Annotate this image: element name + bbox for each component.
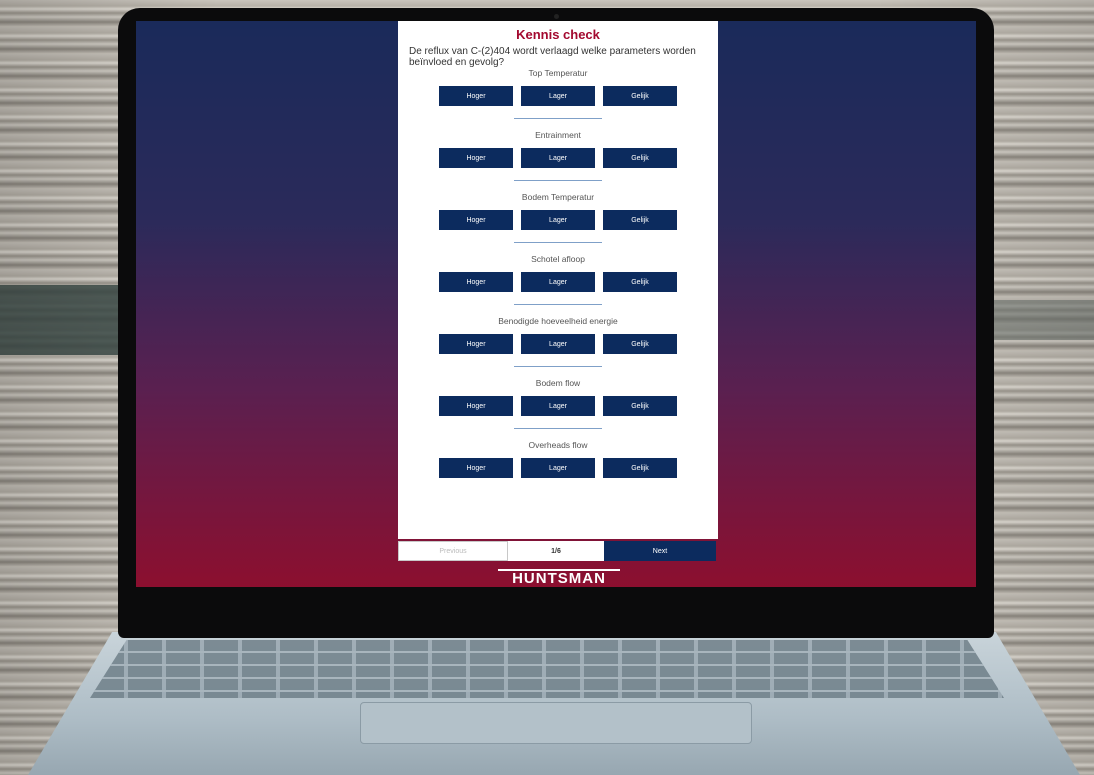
answer-lager-button[interactable]: Lager	[521, 210, 595, 230]
previous-button[interactable]: Previous	[398, 541, 508, 561]
answer-gelijk-button[interactable]: Gelijk	[603, 334, 677, 354]
parameter-block: Bodem Temperatur Hoger Lager Gelijk	[398, 192, 718, 254]
answer-gelijk-button[interactable]: Gelijk	[603, 210, 677, 230]
parameter-block: Top Temperatur Hoger Lager Gelijk	[398, 68, 718, 130]
answer-gelijk-button[interactable]: Gelijk	[603, 272, 677, 292]
parameter-label: Top Temperatur	[528, 68, 588, 78]
answer-button-row: Hoger Lager Gelijk	[398, 210, 718, 230]
divider	[514, 428, 602, 429]
answer-lager-button[interactable]: Lager	[521, 458, 595, 478]
answer-hoger-button[interactable]: Hoger	[439, 86, 513, 106]
divider	[514, 304, 602, 305]
parameter-label: Entrainment	[535, 130, 581, 140]
quiz-title: Kennis check	[516, 27, 600, 42]
answer-button-row: Hoger Lager Gelijk	[398, 396, 718, 416]
quiz-question: De reflux van C-(2)404 wordt verlaagd we…	[409, 46, 696, 68]
divider	[514, 180, 602, 181]
answer-button-row: Hoger Lager Gelijk	[398, 86, 718, 106]
next-button[interactable]: Next	[604, 541, 716, 561]
answer-hoger-button[interactable]: Hoger	[439, 396, 513, 416]
answer-gelijk-button[interactable]: Gelijk	[603, 86, 677, 106]
parameter-label: Bodem Temperatur	[521, 192, 595, 202]
parameter-block: Entrainment Hoger Lager Gelijk	[398, 130, 718, 192]
answer-button-row: Hoger Lager Gelijk	[398, 334, 718, 354]
huntsman-logo: HUNTSMAN	[498, 569, 620, 587]
divider	[514, 118, 602, 119]
answer-hoger-button[interactable]: Hoger	[439, 210, 513, 230]
answer-gelijk-button[interactable]: Gelijk	[603, 148, 677, 168]
laptop-screen: Kennis check De reflux van C-(2)404 word…	[136, 21, 976, 587]
parameter-label: Schotel afloop	[531, 254, 585, 264]
answer-hoger-button[interactable]: Hoger	[439, 272, 513, 292]
page-indicator: 1/6	[508, 541, 604, 561]
parameter-block: Overheads flow Hoger Lager Gelijk	[398, 440, 718, 502]
parameter-label: Overheads flow	[528, 440, 588, 450]
answer-lager-button[interactable]: Lager	[521, 86, 595, 106]
answer-lager-button[interactable]: Lager	[521, 334, 595, 354]
answer-button-row: Hoger Lager Gelijk	[398, 272, 718, 292]
answer-hoger-button[interactable]: Hoger	[439, 148, 513, 168]
divider	[514, 242, 602, 243]
parameter-label: Benodigde hoeveelheid energie	[498, 316, 618, 326]
answer-lager-button[interactable]: Lager	[521, 148, 595, 168]
quiz-navigation: Previous 1/6 Next	[398, 541, 718, 561]
answer-gelijk-button[interactable]: Gelijk	[603, 458, 677, 478]
answer-lager-button[interactable]: Lager	[521, 272, 595, 292]
answer-button-row: Hoger Lager Gelijk	[398, 458, 718, 478]
parameter-block: Schotel afloop Hoger Lager Gelijk	[398, 254, 718, 316]
laptop-trackpad	[360, 702, 752, 744]
divider	[514, 366, 602, 367]
parameter-label: Bodem flow	[535, 378, 581, 388]
quiz-card: Kennis check De reflux van C-(2)404 word…	[398, 21, 718, 539]
laptop-lid: Kennis check De reflux van C-(2)404 word…	[118, 8, 994, 638]
camera-icon	[554, 14, 559, 19]
answer-lager-button[interactable]: Lager	[521, 396, 595, 416]
answer-button-row: Hoger Lager Gelijk	[398, 148, 718, 168]
parameter-block: Bodem flow Hoger Lager Gelijk	[398, 378, 718, 440]
answer-gelijk-button[interactable]: Gelijk	[603, 396, 677, 416]
answer-hoger-button[interactable]: Hoger	[439, 334, 513, 354]
parameter-block: Benodigde hoeveelheid energie Hoger Lage…	[398, 316, 718, 378]
answer-hoger-button[interactable]: Hoger	[439, 458, 513, 478]
